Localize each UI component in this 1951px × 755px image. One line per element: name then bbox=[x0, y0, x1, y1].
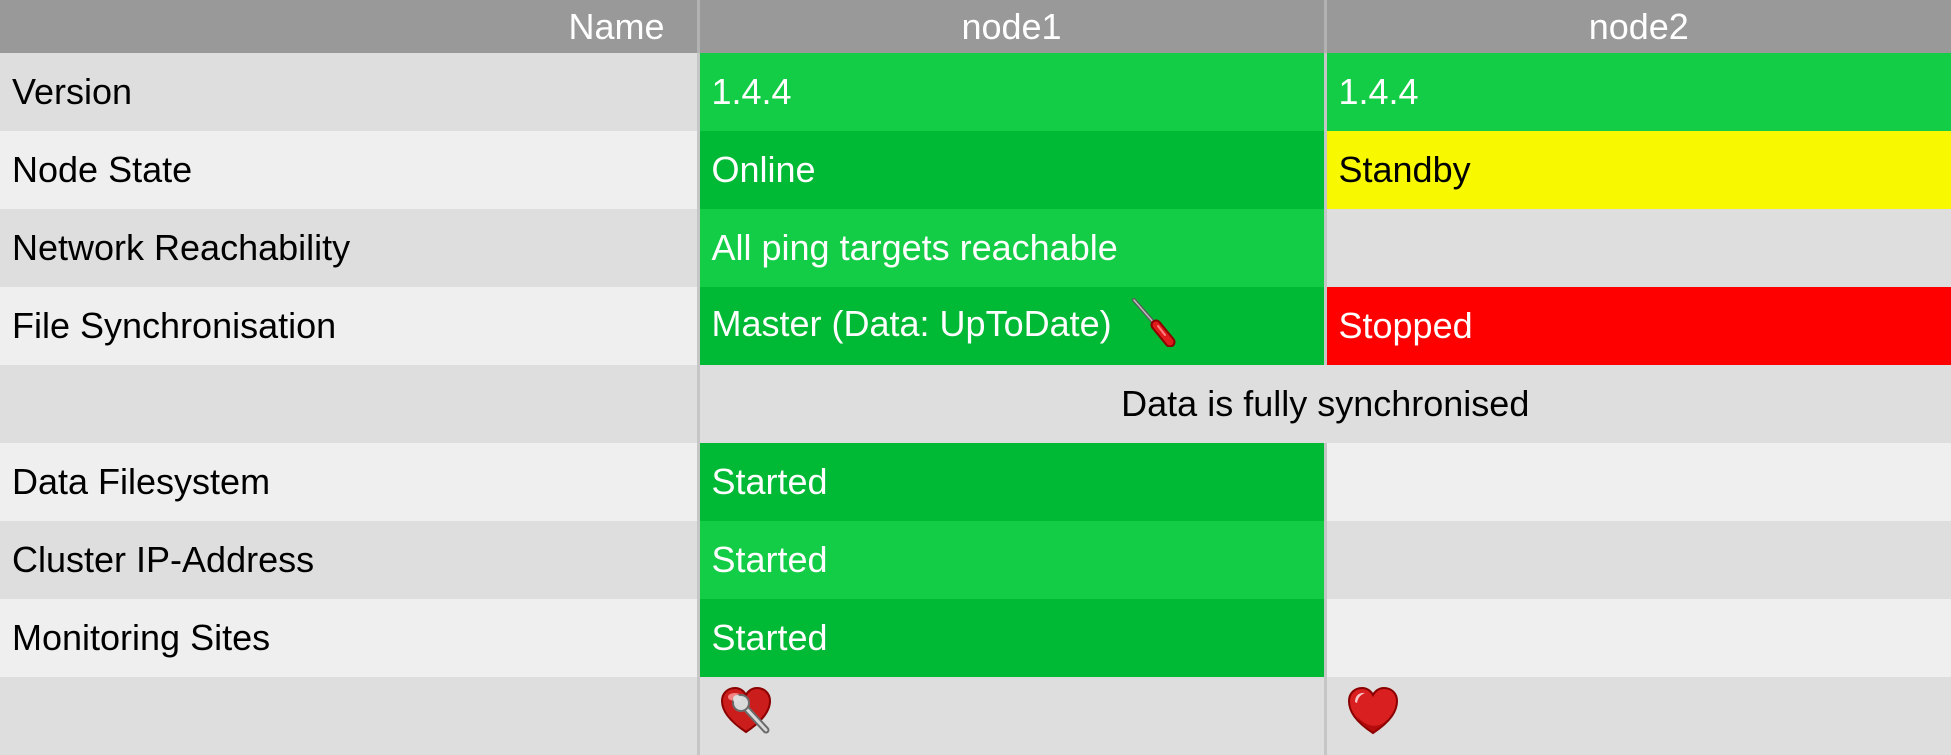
node2-state: Standby bbox=[1323, 131, 1951, 209]
heart-wrench-icon[interactable] bbox=[720, 686, 780, 747]
row-label: Cluster IP-Address bbox=[0, 521, 698, 599]
node1-file-sync: Master (Data: UpToDate) bbox=[696, 287, 1325, 365]
node2-action-cell bbox=[1323, 677, 1951, 755]
row-label: Data Filesystem bbox=[0, 443, 698, 521]
header-node2: node2 bbox=[1323, 0, 1951, 53]
node1-monitoring-sites: Started bbox=[696, 599, 1325, 677]
header-name: Name bbox=[0, 0, 698, 53]
node2-version: 1.4.4 bbox=[1323, 53, 1951, 131]
node1-action-cell bbox=[696, 677, 1325, 755]
node2-cluster-ip bbox=[1323, 521, 1951, 599]
row-label bbox=[0, 677, 698, 755]
row-label: Node State bbox=[0, 131, 698, 209]
node2-data-filesystem bbox=[1323, 443, 1951, 521]
node1-state: Online bbox=[696, 131, 1325, 209]
row-file-sync: File Synchronisation Master (Data: UpToD… bbox=[0, 287, 1951, 365]
node2-monitoring-sites bbox=[1323, 599, 1951, 677]
row-version: Version 1.4.4 1.4.4 bbox=[0, 53, 1951, 131]
node2-reachability bbox=[1323, 209, 1951, 287]
node1-version: 1.4.4 bbox=[696, 53, 1325, 131]
heart-icon[interactable] bbox=[1347, 686, 1403, 747]
row-node-state: Node State Online Standby bbox=[0, 131, 1951, 209]
row-label: File Synchronisation bbox=[0, 287, 698, 365]
row-data-filesystem: Data Filesystem Started bbox=[0, 443, 1951, 521]
row-label: Monitoring Sites bbox=[0, 599, 698, 677]
header-row: Name node1 node2 bbox=[0, 0, 1951, 53]
sync-summary: Data is fully synchronised bbox=[696, 365, 1951, 443]
row-label: Network Reachability bbox=[0, 209, 698, 287]
node2-file-sync: Stopped bbox=[1323, 287, 1951, 365]
node1-file-sync-text: Master (Data: UpToDate) bbox=[711, 302, 1112, 344]
row-label: Version bbox=[0, 53, 698, 131]
row-cluster-ip: Cluster IP-Address Started bbox=[0, 521, 1951, 599]
row-network-reachability: Network Reachability All ping targets re… bbox=[0, 209, 1951, 287]
row-label bbox=[0, 365, 698, 443]
row-actions bbox=[0, 677, 1951, 755]
row-sync-summary: Data is fully synchronised bbox=[0, 365, 1951, 443]
wrench-icon[interactable] bbox=[1130, 297, 1176, 356]
header-node1: node1 bbox=[696, 0, 1325, 53]
node1-data-filesystem: Started bbox=[696, 443, 1325, 521]
row-monitoring-sites: Monitoring Sites Started bbox=[0, 599, 1951, 677]
cluster-status-table: Name node1 node2 Version 1.4.4 1.4.4 Nod… bbox=[0, 0, 1951, 755]
node1-cluster-ip: Started bbox=[696, 521, 1325, 599]
node1-reachability: All ping targets reachable bbox=[696, 209, 1325, 287]
